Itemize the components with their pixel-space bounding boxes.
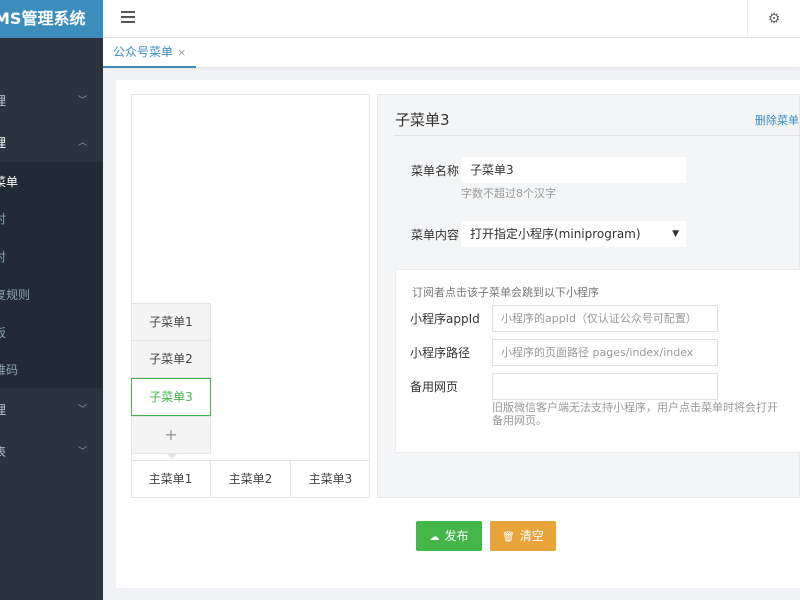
path-input[interactable]: 小程序的页面路径 pages/index/index xyxy=(492,339,718,366)
chevron-up-icon: ︿ xyxy=(78,138,88,148)
chevron-down-icon: ﹀ xyxy=(78,447,88,457)
submenu-item-3[interactable]: 子菜单3 xyxy=(131,378,211,416)
sidebar: MS管理系统 理 ﹀ 理 ︿ 菜单 对 对 复规则 板 维码 理 ﹀ 表 ﹀ xyxy=(0,0,103,600)
sidebar-item-3[interactable]: 理 ﹀ xyxy=(0,391,103,429)
chevron-down-icon: ﹀ xyxy=(78,96,88,106)
menu-name-hint: 字数不超过8个汉字 xyxy=(461,187,556,200)
menu-name-input[interactable]: 子菜单3 xyxy=(461,157,686,183)
backup-url-input[interactable] xyxy=(492,373,718,400)
appid-input[interactable]: 小程序的appId（仅认证公众号可配置） xyxy=(492,305,718,332)
sidebar-item-2[interactable]: 理 ︿ xyxy=(0,124,103,162)
sidebar-item-label: 理 xyxy=(0,403,7,417)
sidebar-subitem-5[interactable]: 板 xyxy=(0,315,103,351)
publish-button[interactable]: ☁ 发布 xyxy=(416,521,482,551)
sidebar-subitem-label: 板 xyxy=(0,326,7,340)
sidebar-subitem-2[interactable]: 对 xyxy=(0,201,103,237)
submenu-item-2[interactable]: 子菜单2 xyxy=(131,340,211,378)
sidebar-item-label: 理 xyxy=(0,94,7,108)
miniprogram-intro: 订阅者点击该子菜单会跳到以下小程序 xyxy=(412,286,599,299)
miniprogram-settings: 订阅者点击该子菜单会跳到以下小程序 小程序appId 小程序的appId（仅认证… xyxy=(395,269,800,453)
menu-content-select[interactable]: 打开指定小程序(miniprogram) ▼ xyxy=(461,221,686,247)
sidebar-subitem-label: 对 xyxy=(0,250,7,264)
main-menu-item-1[interactable]: 主菜单1 xyxy=(131,461,211,498)
sidebar-item-4[interactable]: 表 ﹀ xyxy=(0,433,103,471)
tab-bar: 公众号菜单 × xyxy=(103,38,800,68)
sidebar-subitem-6[interactable]: 维码 xyxy=(0,352,103,388)
main-menu-item-2[interactable]: 主菜单2 xyxy=(211,461,291,498)
clear-label: 清空 xyxy=(519,529,544,543)
tab-label: 公众号菜单 xyxy=(113,45,174,59)
trash-icon: 🗑 xyxy=(502,532,515,543)
main-menu-bar: 主菜单1 主菜单2 主菜单3 xyxy=(131,460,370,498)
backup-url-hint: 旧版微信客户端无法支持小程序，用户点击菜单时将会打开备用网页。 xyxy=(492,401,778,427)
hamburger-icon[interactable] xyxy=(121,11,135,25)
menu-editor: 子菜单3 删除菜单 菜单名称 子菜单3 字数不超过8个汉字 菜单内容 打开指定小… xyxy=(377,94,800,498)
topbar: ⚙ xyxy=(103,0,800,38)
divider xyxy=(394,135,800,136)
editor-title: 子菜单3 xyxy=(395,111,450,129)
cloud-upload-icon: ☁ xyxy=(429,532,440,543)
submenu-item-1[interactable]: 子菜单1 xyxy=(131,303,211,341)
close-icon[interactable]: × xyxy=(177,46,186,59)
path-label: 小程序路径 xyxy=(410,346,471,360)
add-submenu-button[interactable]: + xyxy=(131,416,211,459)
sidebar-item-1[interactable]: 理 ﹀ xyxy=(0,82,103,120)
main-menu-item-3[interactable]: 主菜单3 xyxy=(291,461,370,498)
sidebar-subitem-4[interactable]: 复规则 xyxy=(0,277,103,313)
tab-wechat-menu[interactable]: 公众号菜单 × xyxy=(103,38,197,68)
menu-content-value: 打开指定小程序(miniprogram) xyxy=(470,227,641,241)
publish-label: 发布 xyxy=(444,529,469,543)
gear-icon[interactable]: ⚙ xyxy=(747,0,800,38)
clear-button[interactable]: 🗑 清空 xyxy=(490,521,556,551)
chevron-down-icon: ﹀ xyxy=(78,405,88,415)
sidebar-item-label: 理 xyxy=(0,136,7,150)
sidebar-subitem-label: 菜单 xyxy=(0,175,19,189)
app-title: MS管理系统 xyxy=(0,9,86,28)
backup-url-label: 备用网页 xyxy=(410,380,459,394)
appid-label: 小程序appId xyxy=(410,312,480,326)
menu-name-label: 菜单名称 xyxy=(411,164,460,178)
sidebar-subitem-menu[interactable]: 菜单 xyxy=(0,164,103,200)
sidebar-subitem-label: 对 xyxy=(0,212,7,226)
menu-content-label: 菜单内容 xyxy=(411,228,460,242)
sidebar-subitem-label: 复规则 xyxy=(0,288,31,302)
delete-menu-link[interactable]: 删除菜单 xyxy=(755,112,799,128)
sidebar-item-label: 表 xyxy=(0,445,7,459)
app-logo: MS管理系统 xyxy=(0,0,103,38)
caret-down-icon: ▼ xyxy=(672,229,679,239)
sidebar-subitem-label: 维码 xyxy=(0,363,19,377)
sidebar-subitem-3[interactable]: 对 xyxy=(0,239,103,275)
